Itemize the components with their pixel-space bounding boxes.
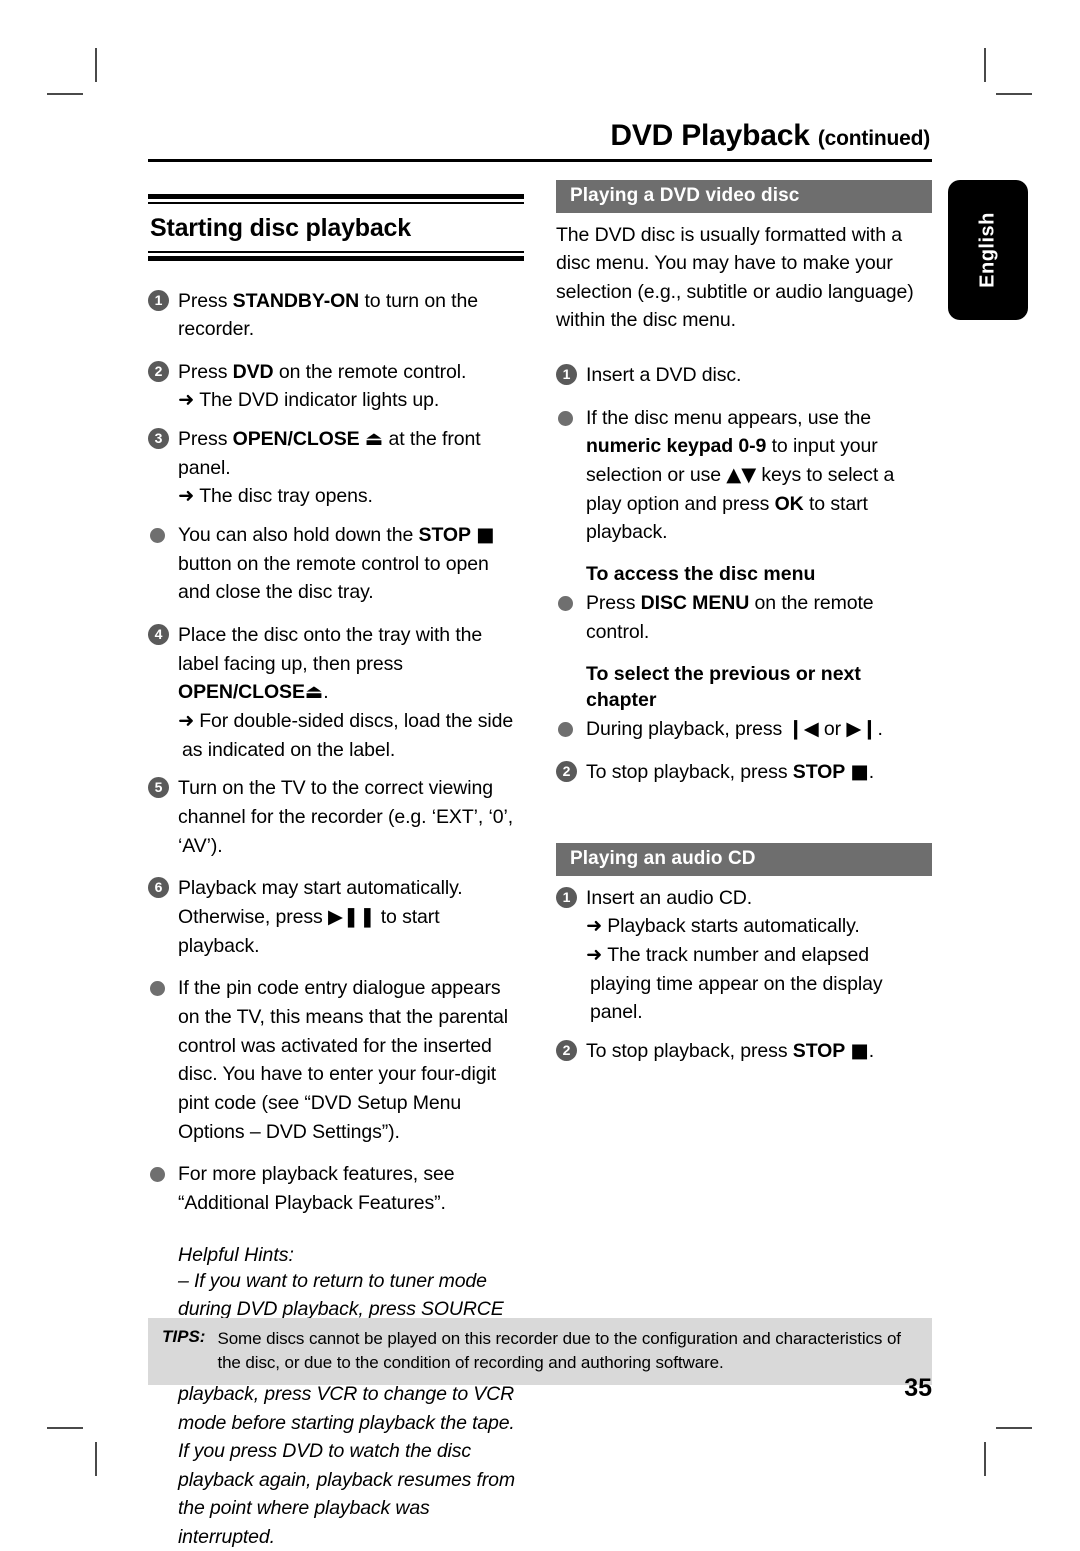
step-number-marker: 2 bbox=[148, 361, 169, 382]
instruction-text: Insert a DVD disc. bbox=[586, 364, 741, 386]
arrow-icon: ➜ bbox=[178, 388, 199, 411]
step-number-marker: 1 bbox=[148, 290, 169, 311]
instruction-item: 2 To stop playback, press STOP ■. bbox=[556, 758, 932, 787]
instruction-text: If the disc menu appears, use the numeri… bbox=[586, 407, 894, 544]
spacer bbox=[556, 801, 932, 843]
language-tab: English bbox=[948, 180, 1028, 320]
dvd-intro-paragraph: The DVD disc is usually formatted with a… bbox=[556, 221, 932, 336]
arrow-icon: ➜ bbox=[178, 484, 199, 507]
section-heading: Starting disc playback bbox=[148, 204, 524, 251]
page-title-main: DVD Playback bbox=[610, 119, 809, 152]
instruction-result-line: ➜The track number and elapsed playing ti… bbox=[586, 941, 932, 1027]
instruction-text: You can also hold down the STOP ■ button… bbox=[178, 524, 495, 603]
language-tab-label: English bbox=[977, 212, 1000, 288]
instruction-item: 6 Playback may start automatically. Other… bbox=[148, 874, 524, 960]
instruction-item: 1 Press STANDBY-ON to turn on the recorde… bbox=[148, 287, 524, 344]
cd-steps-list: 1 Insert an audio CD. ➜Playback starts aut… bbox=[556, 884, 932, 1066]
bullet-marker-icon bbox=[150, 981, 165, 996]
instruction-item: 4 Place the disc onto the tray with the l… bbox=[148, 621, 524, 764]
instruction-item: 2 To stop playback, press STOP ■. bbox=[556, 1037, 932, 1066]
bullet-marker-icon bbox=[558, 596, 573, 611]
page-title-continued: (continued) bbox=[818, 127, 930, 150]
step-number-marker: 3 bbox=[148, 428, 169, 449]
chapter-steps-list: During playback, press ❙◀ or ▶❙. 2 To stop… bbox=[556, 715, 932, 786]
crop-mark-bottom-right-vertical bbox=[984, 1442, 986, 1476]
instruction-text: Place the disc onto the tray with the la… bbox=[178, 624, 482, 703]
dvd-steps-list: 1 Insert a DVD disc. If the disc menu appe… bbox=[556, 361, 932, 547]
instruction-result-line: ➜Playback starts automatically. bbox=[586, 912, 932, 941]
instruction-text: Turn on the TV to the correct viewing ch… bbox=[178, 777, 513, 856]
instruction-text: For more playback features, see “Additio… bbox=[178, 1163, 455, 1214]
section-heading-block: Starting disc playback bbox=[148, 194, 524, 261]
step-number-marker: 5 bbox=[148, 777, 169, 798]
left-steps-list: 1 Press STANDBY-ON to turn on the recorde… bbox=[148, 287, 524, 1218]
instruction-result-line: ➜The DVD indicator lights up. bbox=[178, 386, 524, 415]
instruction-text: Press OPEN/CLOSE ⏏ at the front panel. bbox=[178, 428, 481, 479]
section-rule-thin-bottom bbox=[148, 251, 524, 253]
instruction-item: If the pin code entry dialogue appears o… bbox=[148, 974, 524, 1146]
instruction-text: Press STANDBY-ON to turn on the recorder… bbox=[178, 290, 478, 341]
section-rule-thick-top bbox=[148, 194, 524, 199]
crop-mark-bottom-left-horizontal bbox=[47, 1427, 83, 1429]
disc-menu-step: Press DISC MENU on the remote control. bbox=[556, 589, 932, 646]
instruction-text: Press DISC MENU on the remote control. bbox=[586, 592, 874, 643]
spacer bbox=[148, 261, 524, 287]
step-number-marker: 6 bbox=[148, 877, 169, 898]
page-number: 35 bbox=[860, 1374, 932, 1403]
instruction-text: During playback, press ❙◀ or ▶❙. bbox=[586, 718, 883, 740]
instruction-text: To stop playback, press STOP ■. bbox=[586, 1040, 874, 1062]
instruction-result-line: ➜The disc tray opens. bbox=[178, 482, 524, 511]
step-number-marker: 2 bbox=[556, 1040, 577, 1061]
step-number-marker: 2 bbox=[556, 761, 577, 782]
instruction-item: For more playback features, see “Additio… bbox=[148, 1160, 524, 1217]
subheading-select-chapter: To select the previous or next chapter bbox=[556, 661, 932, 714]
instruction-item: 3 Press OPEN/CLOSE ⏏ at the front panel. ➜… bbox=[148, 425, 524, 511]
helpful-hints-title: Helpful Hints: bbox=[178, 1244, 524, 1267]
spacer bbox=[556, 349, 932, 361]
instruction-text: Playback may start automatically. Otherw… bbox=[178, 877, 463, 956]
step-number-marker: 1 bbox=[556, 364, 577, 385]
instruction-item: 2 Press DVD on the remote control. ➜The DV… bbox=[148, 358, 524, 415]
bullet-marker-icon bbox=[558, 722, 573, 737]
title-divider bbox=[148, 159, 932, 162]
bullet-marker-icon bbox=[150, 528, 165, 543]
tips-label: TIPS: bbox=[162, 1327, 217, 1375]
instruction-text: To stop playback, press STOP ■. bbox=[586, 761, 874, 783]
band-heading-dvd: Playing a DVD video disc bbox=[556, 180, 932, 213]
instruction-item: During playback, press ❙◀ or ▶❙. bbox=[556, 715, 932, 744]
instruction-text: Press DVD on the remote control. bbox=[178, 361, 466, 383]
instruction-item: 1 Insert an audio CD. ➜Playback starts aut… bbox=[556, 884, 932, 1027]
crop-mark-top-right-horizontal bbox=[996, 93, 1032, 95]
instruction-item: Press DISC MENU on the remote control. bbox=[556, 589, 932, 646]
instruction-text: Insert an audio CD. bbox=[586, 887, 752, 909]
instruction-text: If the pin code entry dialogue appears o… bbox=[178, 977, 508, 1142]
arrow-icon: ➜ bbox=[178, 709, 199, 732]
crop-mark-top-right-vertical bbox=[984, 48, 986, 82]
instruction-item: 1 Insert a DVD disc. bbox=[556, 361, 932, 390]
page-title: DVD Playback (continued) bbox=[148, 120, 932, 152]
tips-text: Some discs cannot be played on this reco… bbox=[217, 1327, 922, 1375]
band-heading-audio-cd: Playing an audio CD bbox=[556, 843, 932, 876]
arrow-icon: ➜ bbox=[586, 914, 607, 937]
step-number-marker: 1 bbox=[556, 887, 577, 908]
tips-footer: TIPS: Some discs cannot be played on thi… bbox=[148, 1318, 932, 1385]
instruction-item: You can also hold down the STOP ■ button… bbox=[148, 521, 524, 607]
crop-mark-top-left-vertical bbox=[95, 48, 97, 82]
subheading-access-disc-menu: To access the disc menu bbox=[556, 561, 932, 587]
instruction-item: 5 Turn on the TV to the correct viewing c… bbox=[148, 774, 524, 860]
instruction-result-line: ➜For double-sided discs, load the side a… bbox=[178, 707, 524, 764]
page-body: DVD Playback (continued) Starting disc p… bbox=[148, 120, 932, 1410]
step-number-marker: 4 bbox=[148, 624, 169, 645]
instruction-item: If the disc menu appears, use the numeri… bbox=[556, 404, 932, 547]
arrow-icon: ➜ bbox=[586, 943, 607, 966]
bullet-marker-icon bbox=[558, 411, 573, 426]
crop-mark-bottom-right-horizontal bbox=[996, 1427, 1032, 1429]
crop-mark-bottom-left-vertical bbox=[95, 1442, 97, 1476]
bullet-marker-icon bbox=[150, 1167, 165, 1182]
crop-mark-top-left-horizontal bbox=[47, 93, 83, 95]
